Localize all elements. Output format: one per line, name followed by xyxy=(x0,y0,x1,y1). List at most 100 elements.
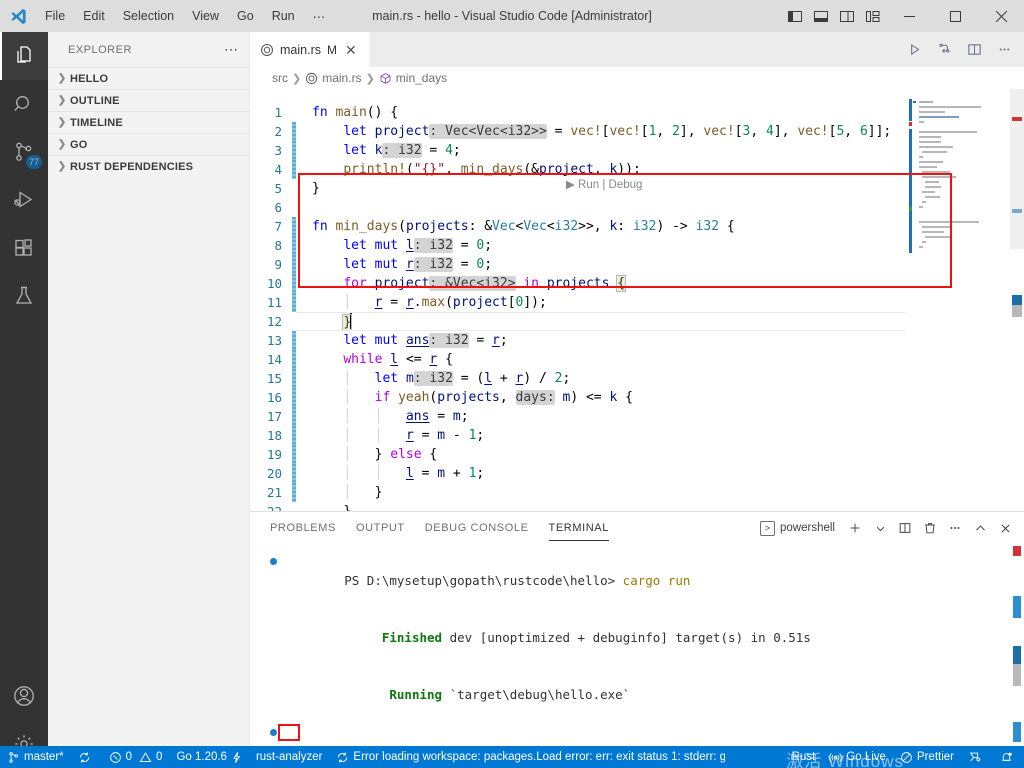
tab-debug-console[interactable]: DEBUG CONSOLE xyxy=(425,512,529,544)
status-rust-lang[interactable]: Rust xyxy=(785,746,823,768)
window-maximize-button[interactable] xyxy=(932,0,978,32)
status-workspace-error-label: Error loading workspace: packages.Load e… xyxy=(353,751,726,763)
sidebar-item-search[interactable] xyxy=(0,80,48,128)
kill-terminal-button[interactable] xyxy=(919,515,941,541)
status-rust-analyzer[interactable]: rust-analyzer xyxy=(249,746,329,768)
chevron-right-icon: ❯ xyxy=(57,139,67,150)
breadcrumb-main-rs[interactable]: main.rs xyxy=(305,71,362,85)
status-go-version[interactable]: Go 1.20.6 xyxy=(169,746,249,768)
status-remote-window[interactable] xyxy=(961,746,993,768)
status-problems[interactable]: 0 0 xyxy=(102,746,170,768)
terminal-scrollbar[interactable] xyxy=(1010,544,1024,746)
terminal-shell-selector[interactable]: > powershell xyxy=(760,520,835,536)
sidebar-section-hello[interactable]: ❯ HELLO xyxy=(48,67,249,89)
window-minimize-button[interactable] xyxy=(886,0,932,32)
scrollbar-marker xyxy=(1012,295,1022,305)
new-terminal-button[interactable] xyxy=(844,515,866,541)
toggle-primary-sidebar-icon[interactable] xyxy=(782,0,808,32)
breadcrumb-src[interactable]: src xyxy=(272,71,288,85)
accounts-button[interactable] xyxy=(0,672,48,720)
rust-file-icon xyxy=(305,72,318,85)
menu-view[interactable]: View xyxy=(183,0,228,32)
line-number: 5 xyxy=(274,181,282,196)
menu-run[interactable]: Run xyxy=(263,0,304,32)
line-number: 19 xyxy=(266,447,282,462)
menu-bar[interactable]: File Edit Selection View Go Run ⋯ xyxy=(36,0,334,32)
sync-icon xyxy=(336,751,349,764)
menu-selection[interactable]: Selection xyxy=(114,0,183,32)
remote-icon xyxy=(968,750,982,764)
sidebar-item-source-control[interactable]: 77 xyxy=(0,128,48,176)
status-notifications[interactable] xyxy=(993,746,1024,768)
menu-go[interactable]: Go xyxy=(228,0,263,32)
line-number: 18 xyxy=(266,428,282,443)
sidebar-section-timeline[interactable]: ❯ TIMELINE xyxy=(48,111,249,133)
menu-file[interactable]: File xyxy=(36,0,74,32)
warning-icon xyxy=(139,751,152,764)
window-close-button[interactable] xyxy=(978,0,1024,32)
line-number: 20 xyxy=(266,466,282,481)
toggle-secondary-sidebar-icon[interactable] xyxy=(834,0,860,32)
run-and-debug-button[interactable] xyxy=(930,32,958,67)
status-warning-count: 0 xyxy=(156,751,163,763)
menu-edit[interactable]: Edit xyxy=(74,0,114,32)
tab-terminal[interactable]: TERMINAL xyxy=(548,512,610,544)
sidebar-section-label: OUTLINE xyxy=(70,94,120,107)
line-number: 10 xyxy=(266,276,282,291)
run-code-button[interactable] xyxy=(900,32,928,67)
close-panel-button[interactable] xyxy=(994,515,1016,541)
terminal-status-text: dev [unoptimized + debuginfo] target(s) … xyxy=(442,630,811,645)
toggle-panel-icon[interactable] xyxy=(808,0,834,32)
split-editor-button[interactable] xyxy=(960,32,988,67)
menu-run-label: Run xyxy=(271,9,295,23)
sidebar-section-outline[interactable]: ❯ OUTLINE xyxy=(48,89,249,111)
terminal-marker xyxy=(1013,596,1021,618)
more-actions-button[interactable] xyxy=(944,515,966,541)
terminal-prompt: PS D:\mysetup\gopath\rustcode\hello> xyxy=(344,573,616,588)
line-number: 14 xyxy=(266,352,282,367)
menu-more[interactable]: ⋯ xyxy=(304,0,335,32)
tab-output[interactable]: OUTPUT xyxy=(356,512,405,544)
tab-main-rs[interactable]: main.rs M ✕ xyxy=(250,32,370,67)
command-marker-icon xyxy=(270,729,277,736)
sidebar-item-testing[interactable] xyxy=(0,272,48,320)
more-actions-button[interactable] xyxy=(990,32,1018,67)
status-go-live[interactable]: Go Live xyxy=(822,746,893,768)
sidebar-item-explorer[interactable] xyxy=(0,32,48,80)
line-number: 12 xyxy=(266,314,282,329)
sidebar-section-rust-dependencies[interactable]: ❯ RUST DEPENDENCIES xyxy=(48,155,249,177)
terminal-dropdown-button[interactable] xyxy=(869,515,891,541)
split-terminal-button[interactable] xyxy=(894,515,916,541)
menu-go-label: Go xyxy=(237,9,254,23)
title-bar: File Edit Selection View Go Run ⋯ main.r… xyxy=(0,0,1024,32)
minimap-slider[interactable] xyxy=(1010,89,1024,249)
editor-actions xyxy=(900,32,1024,67)
status-sync[interactable] xyxy=(71,746,102,768)
sidebar-item-run-and-debug[interactable] xyxy=(0,176,48,224)
breadcrumb-min-days[interactable]: min_days xyxy=(379,71,447,85)
status-workspace-error[interactable]: Error loading workspace: packages.Load e… xyxy=(329,746,732,768)
terminal-output[interactable]: PS D:\mysetup\gopath\rustcode\hello> car… xyxy=(250,544,1024,746)
close-icon[interactable]: ✕ xyxy=(343,43,359,57)
terminal-status-text: `target\debug\hello.exe` xyxy=(442,687,631,702)
maximize-panel-button[interactable] xyxy=(969,515,991,541)
sidebar-more-actions-icon[interactable]: ⋯ xyxy=(224,41,239,58)
terminal-status-label: Finished xyxy=(381,630,443,645)
line-number: 21 xyxy=(266,485,282,500)
sidebar-section-label: RUST DEPENDENCIES xyxy=(70,160,194,173)
breadcrumb[interactable]: src ❯ main.rs ❯ min_days xyxy=(250,67,1024,89)
git-branch-icon xyxy=(7,751,20,764)
status-branch-label: master* xyxy=(24,751,64,763)
line-number: 17 xyxy=(266,409,282,424)
scrollbar-error-marker xyxy=(1012,117,1022,121)
status-branch[interactable]: master* xyxy=(0,746,71,768)
customize-layout-icon[interactable] xyxy=(860,0,886,32)
tab-problems[interactable]: PROBLEMS xyxy=(270,512,336,544)
sidebar-title: EXPLORER ⋯ xyxy=(48,32,249,67)
status-prettier[interactable]: Prettier xyxy=(893,746,961,768)
line-number: 2 xyxy=(274,124,282,139)
prohibited-icon xyxy=(900,751,913,764)
sidebar-section-go[interactable]: ❯ GO xyxy=(48,133,249,155)
modified-gutter-marker xyxy=(292,122,296,141)
sidebar-item-extensions[interactable] xyxy=(0,224,48,272)
